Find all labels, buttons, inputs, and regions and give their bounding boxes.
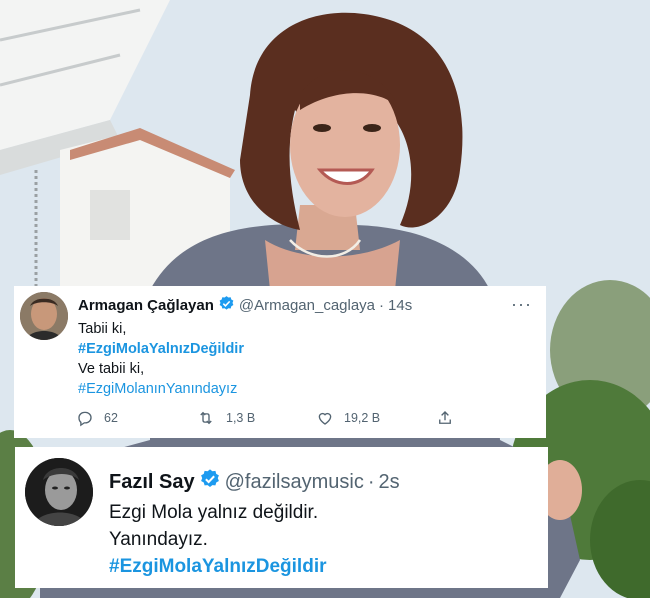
hashtag-link[interactable]: #EzgiMolaYalnızDeğildir [109, 553, 327, 580]
tweet-line: Yanındayız. [109, 529, 208, 550]
tweet-text: Ezgi Mola yalnız değildir. Yanındayız. #… [109, 499, 327, 580]
display-name[interactable]: Fazıl Say [109, 471, 195, 494]
reply-icon [78, 411, 92, 427]
timestamp[interactable]: 2s [379, 471, 400, 494]
heart-icon [318, 412, 332, 425]
user-handle[interactable]: @Armagan_caglaya [239, 297, 375, 314]
reply-count: 62 [104, 411, 118, 425]
retweet-icon [200, 411, 212, 425]
retweet-count: 1,3 B [226, 411, 256, 425]
tweet-header: Fazıl Say @fazilsaymusic · 2s [109, 468, 400, 496]
user-handle[interactable]: @fazilsaymusic [225, 471, 364, 494]
separator: · [379, 297, 385, 314]
verified-badge-icon [218, 295, 235, 316]
reply-button[interactable]: 62 [76, 408, 196, 428]
more-options-icon[interactable]: ··· [511, 294, 532, 315]
tweet-line: Ve tabii ki, [78, 361, 145, 377]
tweet-card-armagan[interactable]: Armagan Çağlayan @Armagan_caglaya · 14s … [14, 286, 546, 438]
hashtag-link[interactable]: #EzgiMolanınYanındayız [78, 379, 244, 399]
tweet-actions: 62 1,3 B 19,2 B [76, 408, 496, 428]
timestamp[interactable]: 14s [388, 297, 412, 314]
avatar[interactable] [25, 458, 93, 526]
tweet-line: Tabii ki, [78, 321, 127, 337]
tweet-text: Tabii ki, #EzgiMolaYalnızDeğildir Ve tab… [78, 319, 244, 399]
share-button[interactable] [436, 408, 476, 428]
separator: · [367, 470, 375, 493]
display-name[interactable]: Armagan Çağlayan [78, 297, 214, 314]
hashtag-link[interactable]: #EzgiMolaYalnızDeğildir [78, 339, 244, 359]
like-button[interactable]: 19,2 B [316, 408, 436, 428]
tweet-header: Armagan Çağlayan @Armagan_caglaya · 14s [78, 295, 412, 316]
tweet-card-fazil[interactable]: Fazıl Say @fazilsaymusic · 2s Ezgi Mola … [15, 447, 548, 588]
share-icon [439, 411, 451, 424]
retweet-button[interactable]: 1,3 B [196, 408, 316, 428]
avatar[interactable] [20, 292, 68, 340]
tweet-line: Ezgi Mola yalnız değildir. [109, 502, 319, 523]
verified-badge-icon [199, 468, 221, 496]
like-count: 19,2 B [344, 411, 381, 425]
